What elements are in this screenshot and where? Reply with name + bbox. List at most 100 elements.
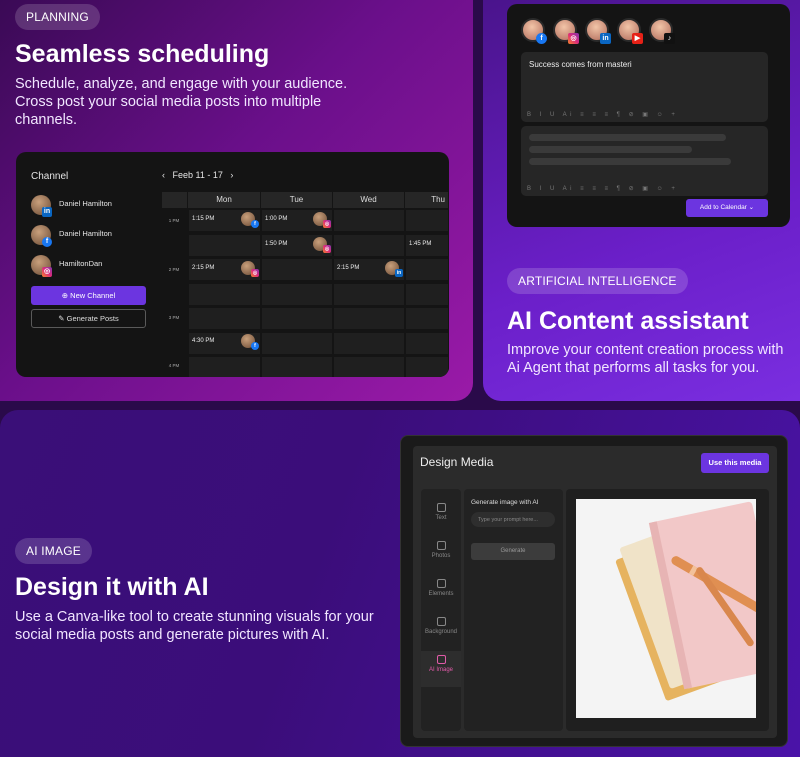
prompt-input[interactable] [471, 512, 555, 527]
account-avatar[interactable]: ▶ [617, 18, 643, 44]
tool-label: AI Image [428, 667, 453, 673]
calendar-slot[interactable] [405, 209, 449, 232]
design-media-window: Design Media Use this media Text Photos … [413, 446, 777, 738]
add-to-calendar-label: Add to Calendar [699, 204, 747, 211]
calendar-slot[interactable] [405, 356, 449, 377]
tool-text[interactable]: Text [421, 503, 461, 535]
calendar-slot[interactable] [261, 331, 333, 355]
chevron-down-icon: ⌄ [748, 204, 755, 211]
scheduled-post[interactable]: 2:15 PM ◎ [188, 258, 261, 279]
new-channel-button[interactable]: ⊕ New Channel [31, 286, 146, 305]
calendar-panel: Channel in Daniel Hamilton f Daniel Hami… [16, 152, 449, 377]
generate-button[interactable]: Generate [471, 543, 555, 560]
formatting-toolbar[interactable]: B I U Ai ≡ ≡ ≡ ¶ ⊘ ▣ ☺ + [527, 185, 678, 192]
generate-posts-button[interactable]: ✎ Generate Posts [31, 309, 146, 328]
linkedin-icon: in [42, 207, 52, 217]
ai-description: Improve your content creation process wi… [507, 342, 784, 376]
post-time: 1:00 PM [265, 216, 288, 222]
calendar-slot[interactable] [188, 307, 261, 330]
scheduled-post[interactable]: 1:50 PM ◎ [261, 234, 333, 255]
planning-title: Seamless scheduling [15, 40, 270, 68]
calendar-slot[interactable] [333, 356, 405, 377]
text-icon [436, 503, 446, 512]
calendar-slot[interactable] [188, 282, 261, 306]
loading-skeleton [529, 158, 731, 165]
ai-image-card: AI IMAGE Design it with AI Use a Canva-l… [0, 410, 800, 757]
calendar-slot[interactable] [188, 356, 261, 377]
account-avatar[interactable]: in [585, 18, 611, 44]
generate-panel: Generate image with AI Generate [464, 489, 563, 731]
day-header: Mon [188, 192, 261, 208]
calendar-slot[interactable] [333, 233, 405, 257]
design-canvas [566, 489, 769, 731]
instagram-icon: ◎ [251, 269, 259, 277]
tool-background[interactable]: Background [421, 617, 461, 649]
scheduled-post[interactable]: 1:00 PM ◎ [261, 209, 333, 230]
facebook-icon: f [536, 33, 547, 44]
ai-image-pill: AI IMAGE [15, 538, 92, 564]
youtube-icon: ▶ [632, 33, 643, 44]
linkedin-icon: in [600, 33, 611, 44]
tool-ai-image[interactable]: AI Image [421, 651, 461, 687]
variant-editor[interactable]: B I U Ai ≡ ≡ ≡ ¶ ⊘ ▣ ☺ + [521, 126, 768, 196]
scheduled-post[interactable]: 4:30 PM f [188, 331, 261, 352]
time-label: 3 PM [168, 315, 180, 320]
calendar-slot[interactable] [261, 282, 333, 306]
composer-panel: f ◎ in ▶ ♪ Success comes from masteri B … [507, 4, 790, 227]
tool-label: Elements [428, 591, 454, 597]
new-channel-label: New Channel [70, 291, 116, 300]
scheduled-post[interactable]: 2:15 PM in [333, 258, 405, 279]
calendar-slot[interactable] [333, 331, 405, 355]
calendar-slot[interactable] [405, 307, 449, 330]
post-editor[interactable]: Success comes from masteri B I U Ai ≡ ≡ … [521, 52, 768, 122]
tool-label: Background [424, 629, 458, 635]
generated-image[interactable] [576, 499, 756, 718]
scheduled-post[interactable]: 1:45 PM [405, 234, 449, 255]
calendar-slot[interactable] [333, 209, 405, 232]
calendar-slot[interactable] [261, 258, 333, 281]
instagram-icon: ◎ [323, 220, 331, 228]
planning-description: Schedule, analyze, and engage with your … [15, 76, 348, 128]
account-avatar[interactable]: f [521, 18, 547, 44]
post-time: 4:30 PM [192, 338, 215, 344]
calendar-slot[interactable] [405, 258, 449, 281]
calendar-slot[interactable] [261, 356, 333, 377]
time-label: 4 PM [168, 363, 180, 368]
account-avatar[interactable]: ♪ [649, 18, 675, 44]
chevron-right-icon[interactable]: › [230, 170, 233, 180]
design-media-title: Design Media [420, 455, 494, 469]
calendar-slot[interactable] [261, 307, 333, 330]
add-to-calendar-button[interactable]: Add to Calendar ⌄ [686, 199, 768, 217]
channel-name: Daniel Hamilton [59, 229, 112, 238]
generate-posts-label: Generate Posts [66, 314, 119, 323]
chevron-left-icon[interactable]: ‹ [162, 170, 165, 180]
calendar-slot[interactable] [333, 282, 405, 306]
calendar-slot[interactable] [333, 307, 405, 330]
formatting-toolbar[interactable]: B I U Ai ≡ ≡ ≡ ¶ ⊘ ▣ ☺ + [527, 111, 678, 118]
tiktok-icon: ♪ [664, 33, 675, 44]
tools-sidebar: Text Photos Elements Background AI Image [421, 489, 461, 731]
facebook-icon: f [251, 220, 259, 228]
facebook-icon: f [42, 237, 52, 247]
ai-pill: ARTIFICIAL INTELLIGENCE [507, 268, 688, 294]
loading-skeleton [529, 134, 726, 141]
time-label: 2 PM [168, 267, 180, 272]
post-time: 2:15 PM [192, 265, 215, 271]
post-time: 1:45 PM [409, 241, 432, 247]
tool-label: Text [435, 515, 447, 521]
use-this-media-button[interactable]: Use this media [701, 453, 769, 473]
tool-elements[interactable]: Elements [421, 579, 461, 611]
calendar-slot[interactable] [405, 282, 449, 306]
calendar-slot[interactable] [405, 331, 449, 355]
post-time: 1:50 PM [265, 241, 288, 247]
tool-photos[interactable]: Photos [421, 541, 461, 573]
facebook-icon: f [251, 342, 259, 350]
calendar-slot[interactable] [188, 233, 261, 257]
account-avatar[interactable]: ◎ [553, 18, 579, 44]
channel-title: Channel [31, 171, 69, 182]
notebooks-and-pen-image [576, 499, 756, 718]
scheduled-post[interactable]: 1:15 PM f [188, 209, 261, 230]
magic-wand-icon [436, 655, 446, 664]
ai-assistant-card: f ◎ in ▶ ♪ Success comes from masteri B … [483, 0, 800, 401]
loading-skeleton [529, 146, 692, 153]
